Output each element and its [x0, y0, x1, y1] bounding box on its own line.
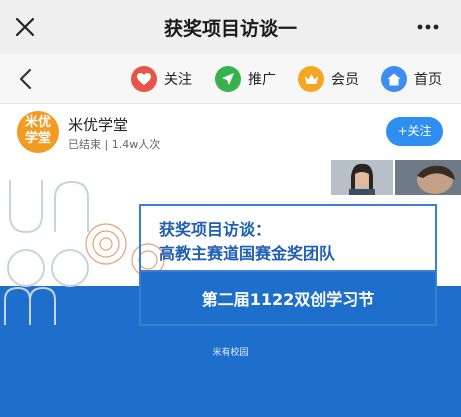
follow-button[interactable]: +关注 [386, 117, 443, 146]
nav-member[interactable]: 会员 [298, 65, 359, 93]
slide-title: 获奖项目访谈： [159, 220, 272, 239]
channel-status: 已结束 | 1.4w人次 [68, 138, 161, 151]
video-player[interactable]: 获奖项目访谈： 高教主赛道国赛金奖团队 第二届1122双创学习节 米有校园 [0, 160, 461, 417]
camera-feed-guest [395, 160, 461, 195]
nav-home-label: 首页 [414, 72, 442, 88]
slide-event: 第二届1122双创学习节 [201, 290, 375, 309]
crown-icon [298, 66, 324, 92]
nav-bar: 关注 推广 会员 首页 [0, 54, 461, 104]
nav-follow[interactable]: 关注 [131, 65, 192, 93]
channel-header: 米优 学堂 米优学堂 已结束 | 1.4w人次 +关注 [0, 104, 461, 160]
title-bar: 获奖项目访谈一 [0, 0, 461, 54]
heart-icon [131, 66, 157, 92]
nav-promote-label: 推广 [248, 72, 276, 88]
nav-promote[interactable]: 推广 [215, 65, 276, 93]
camera-feed-host [331, 160, 393, 195]
nav-home[interactable]: 首页 [381, 65, 442, 93]
send-icon [215, 66, 241, 92]
avatar[interactable]: 米优 学堂 [17, 111, 59, 153]
nav-member-label: 会员 [331, 72, 359, 88]
home-icon [381, 66, 407, 92]
slide-organizer: 米有校园 [212, 348, 249, 358]
nav-follow-label: 关注 [164, 72, 192, 88]
page-title: 获奖项目访谈一 [163, 18, 297, 40]
slide-subtitle: 高教主赛道国赛金奖团队 [159, 244, 336, 263]
more-icon[interactable] [417, 24, 439, 30]
back-icon[interactable] [17, 68, 33, 90]
channel-name[interactable]: 米优学堂 [68, 114, 128, 135]
live-page: 获奖项目访谈一 关注 推广 会员 首页 米优 学堂 米优学堂 已结束 | 1.4… [0, 0, 461, 417]
